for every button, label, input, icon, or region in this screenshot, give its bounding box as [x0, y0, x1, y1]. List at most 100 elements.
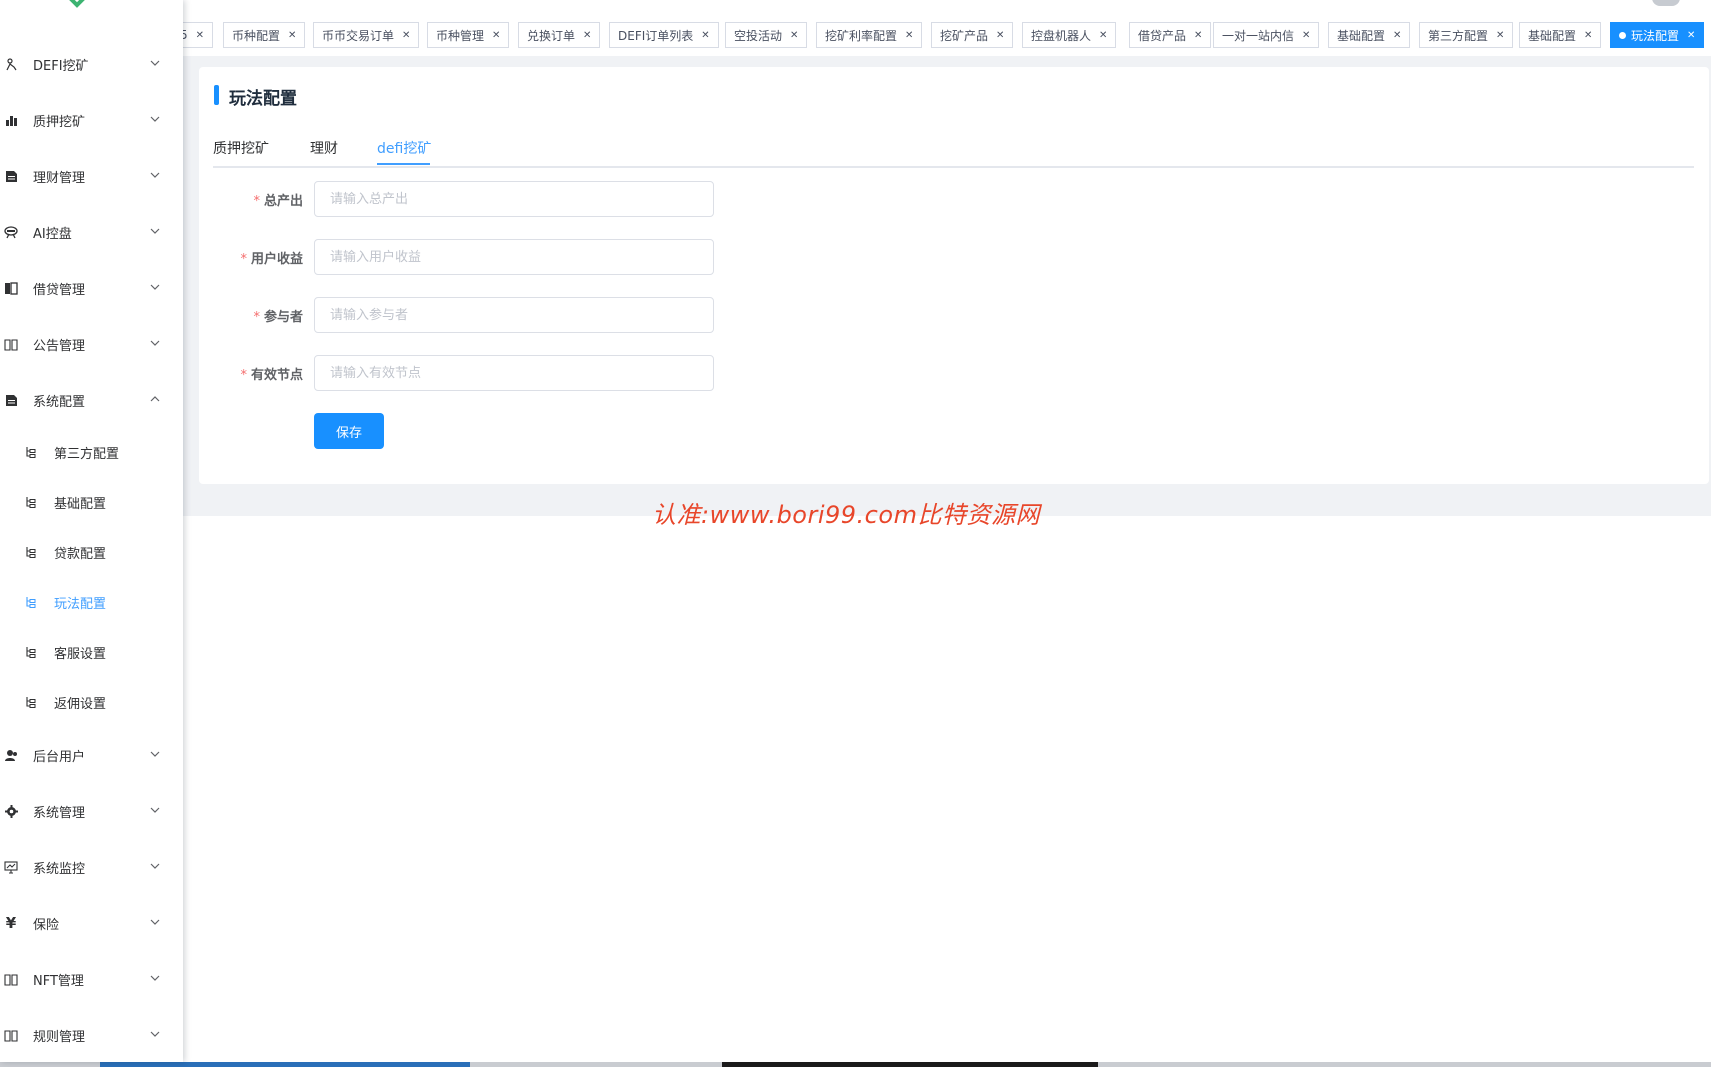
participants-input[interactable] [314, 297, 714, 333]
submenu-basic-config[interactable]: 基础配置 [0, 484, 183, 520]
close-icon[interactable]: ✕ [1687, 30, 1695, 41]
menu-label: DEFI挖矿 [33, 58, 89, 74]
tag-label: 玩法配置 [1631, 28, 1680, 43]
menu-system-config[interactable]: 系统配置 [0, 380, 183, 420]
submenu-gameplay-config[interactable]: 玩法配置 [0, 584, 183, 620]
close-icon[interactable]: ✕ [1099, 30, 1107, 41]
tag-item[interactable]: 借贷产品 ✕ [1129, 22, 1212, 48]
robot-icon [4, 225, 18, 239]
close-icon[interactable]: ✕ [1496, 30, 1504, 41]
menu-label: 保险 [33, 917, 60, 933]
menu-insurance[interactable]: ¥ 保险 [0, 903, 183, 943]
close-icon[interactable]: ✕ [1302, 30, 1310, 41]
avatar[interactable] [1652, 0, 1680, 6]
menu-rules-management[interactable]: 规则管理 [0, 1015, 183, 1055]
menu-label: 系统监控 [33, 861, 86, 877]
tag-item[interactable]: 挖矿利率配置 ✕ [816, 22, 923, 48]
total-output-input[interactable] [314, 181, 714, 217]
tag-item[interactable]: 基础配置 ✕ [1519, 22, 1602, 48]
form-item-participants: * 参与者 [213, 297, 303, 333]
submenu-label: 基础配置 [54, 496, 107, 512]
submenu-customer-service[interactable]: 客服设置 [0, 634, 183, 670]
close-icon[interactable]: ✕ [402, 30, 410, 41]
close-icon[interactable]: ✕ [1194, 30, 1202, 41]
menu-staking-mining[interactable]: 质押挖矿 [0, 100, 183, 140]
tag-item[interactable]: 一对一站内信 ✕ [1213, 22, 1320, 48]
sidebar: DEFI挖矿 质押挖矿 理财管理 AI控盘 借贷管理 公告管理 系统配置 第三方… [0, 0, 183, 1062]
tag-label: 控盘机器人 [1031, 28, 1092, 43]
tag-item[interactable]: 第三方配置 ✕ [1419, 22, 1514, 48]
close-icon[interactable]: ✕ [492, 30, 500, 41]
bar-chart-icon [4, 113, 18, 127]
tag-item[interactable]: 兑换订单 ✕ [518, 22, 601, 48]
close-icon[interactable]: ✕ [790, 30, 798, 41]
menu-admin-users[interactable]: 后台用户 [0, 735, 183, 775]
taskbar-segment [722, 1062, 1098, 1067]
tab-bar: 质押挖矿 理财 defi挖矿 [213, 126, 1694, 168]
tab-finance[interactable]: 理财 [310, 138, 338, 158]
menu-label: 借贷管理 [33, 282, 86, 298]
page-title: 玩法配置 [229, 89, 297, 109]
submenu-third-party-config[interactable]: 第三方配置 [0, 434, 183, 470]
tag-label: 第三方配置 [1428, 28, 1489, 43]
watermark: 认准:www.bori99.com比特资源网 [652, 501, 1040, 529]
menu-nft-management[interactable]: NFT管理 [0, 959, 183, 999]
menu-finance[interactable]: 理财管理 [0, 156, 183, 196]
submenu-loan-config[interactable]: 贷款配置 [0, 534, 183, 570]
menu-label: 后台用户 [33, 749, 86, 765]
chevron-down-icon [150, 919, 160, 925]
save-button[interactable]: 保存 [314, 413, 384, 449]
tree-icon [26, 447, 36, 458]
chevron-down-icon [150, 863, 160, 869]
logo-check-icon [69, 0, 85, 8]
tag-item[interactable]: 空投活动 ✕ [725, 22, 808, 48]
close-icon[interactable]: ✕ [1393, 30, 1401, 41]
menu-system-management[interactable]: 系统管理 [0, 791, 183, 831]
book-icon [4, 281, 18, 295]
submenu-label: 返佣设置 [54, 696, 107, 712]
close-icon[interactable]: ✕ [196, 30, 204, 41]
close-icon[interactable]: ✕ [288, 30, 296, 41]
tab-staking-mining[interactable]: 质押挖矿 [213, 138, 269, 158]
submenu-label: 第三方配置 [54, 446, 120, 462]
active-dot-icon [1619, 31, 1626, 39]
tags-view: 5 ✕ 币种配置 ✕ 币币交易订单 ✕ 币种管理 ✕ 兑换订单 ✕ DEFI订单列表 ✕ 空… [183, 20, 1711, 52]
tag-item[interactable]: 币币交易订单 ✕ [313, 22, 420, 48]
yen-icon: ¥ [5, 914, 17, 932]
menu-ai-control[interactable]: AI控盘 [0, 212, 183, 252]
user-icon [4, 748, 18, 762]
menu-loan[interactable]: 借贷管理 [0, 268, 183, 308]
tag-label: 基础配置 [1528, 28, 1577, 43]
tree-icon [26, 697, 36, 708]
taskbar-segment [100, 1062, 470, 1067]
title-accent-bar [214, 85, 219, 105]
submenu-commission[interactable]: 返佣设置 [0, 684, 183, 720]
close-icon[interactable]: ✕ [905, 30, 913, 41]
menu-label: 系统管理 [33, 805, 86, 821]
tag-item[interactable]: 币种管理 ✕ [427, 22, 510, 48]
required-mark: * [253, 310, 260, 325]
tab-defi-mining[interactable]: defi挖矿 [377, 138, 431, 158]
close-icon[interactable]: ✕ [996, 30, 1004, 41]
tag-label: 币种管理 [436, 28, 485, 43]
close-icon[interactable]: ✕ [701, 30, 709, 41]
menu-system-monitor[interactable]: 系统监控 [0, 847, 183, 887]
tag-item[interactable]: 挖矿产品 ✕ [931, 22, 1014, 48]
menu-announcement[interactable]: 公告管理 [0, 324, 183, 364]
tag-item[interactable]: 控盘机器人 ✕ [1022, 22, 1117, 48]
close-icon[interactable]: ✕ [583, 30, 591, 41]
tag-item[interactable]: 基础配置 ✕ [1328, 22, 1411, 48]
open-book-icon [4, 337, 18, 351]
tag-item[interactable]: 5 ✕ [183, 22, 214, 48]
valid-nodes-input[interactable] [314, 355, 714, 391]
tag-item-active[interactable]: 玩法配置 ✕ [1610, 22, 1705, 48]
tag-item[interactable]: 币种配置 ✕ [223, 22, 306, 48]
tag-label: 币种配置 [232, 28, 281, 43]
form-item-valid-nodes: * 有效节点 [213, 355, 303, 391]
submenu-label: 客服设置 [54, 646, 107, 662]
tag-item[interactable]: DEFI订单列表 ✕ [609, 22, 719, 48]
close-icon[interactable]: ✕ [1584, 30, 1592, 41]
menu-defi-mining[interactable]: DEFI挖矿 [0, 44, 183, 84]
user-earnings-input[interactable] [314, 239, 714, 275]
tag-label: 一对一站内信 [1222, 28, 1295, 43]
